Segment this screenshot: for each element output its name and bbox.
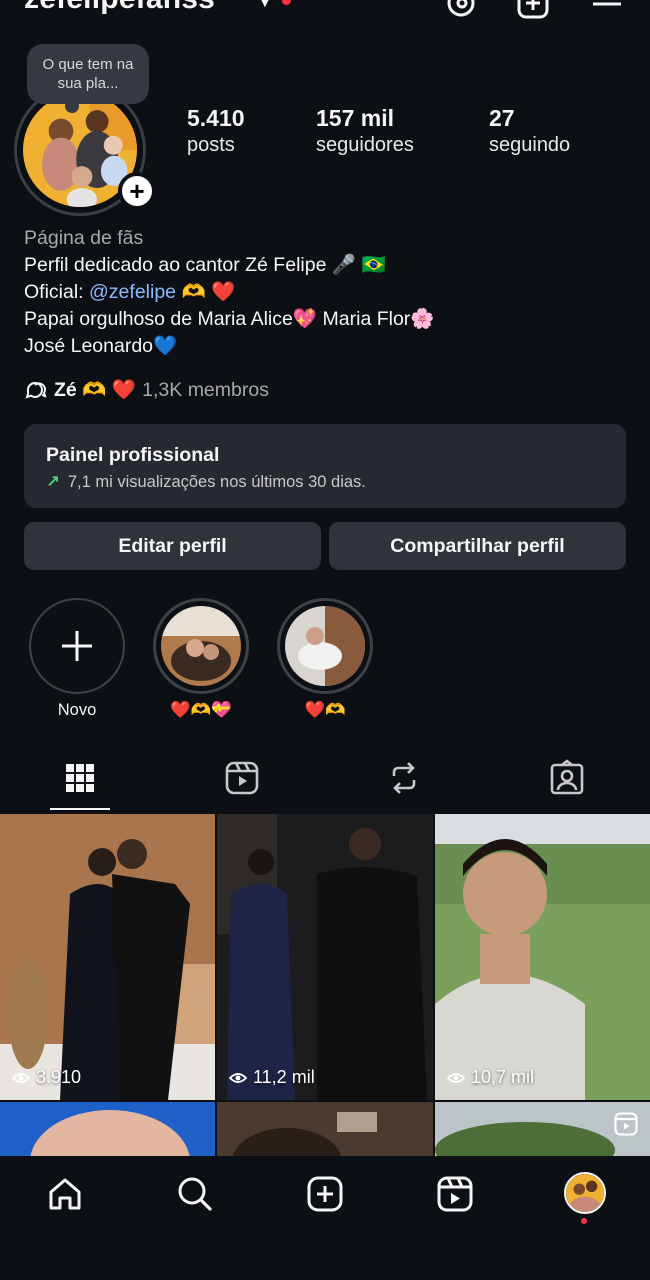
create-icon[interactable] <box>305 1174 345 1214</box>
highlight-item[interactable]: ❤️🫶💝 <box>152 598 250 720</box>
new-post-icon[interactable] <box>516 0 550 20</box>
eye-icon <box>229 1072 247 1083</box>
eye-icon <box>12 1072 30 1083</box>
followers-count: 157 mil <box>316 105 394 131</box>
trend-up-icon: ↗ <box>46 473 60 491</box>
professional-dashboard[interactable]: Painel profissional ↗ 7,1 mi visualizaçõ… <box>24 424 626 508</box>
community-members: 1,3K membros <box>142 378 269 401</box>
bio-line: Perfil dedicado ao cantor Zé Felipe 🎤 🇧🇷 <box>24 254 386 276</box>
post-views: 10,7 mil <box>447 1067 534 1088</box>
dashboard-subtitle: 7,1 mi visualizações nos últimos 30 dias… <box>67 473 366 491</box>
post-thumbnail[interactable]: 10,7 mil <box>435 814 650 1100</box>
add-highlight-button[interactable] <box>29 598 125 694</box>
following-label: seguindo <box>489 134 571 156</box>
post-views-count: 11,2 mil <box>253 1067 315 1087</box>
followers-label: seguidores <box>316 134 414 156</box>
add-story-icon[interactable]: + <box>118 172 156 210</box>
posts-grid: 3.910 11,2 mil 10,7 mil <box>0 814 650 1156</box>
post-views-count: 10,7 mil <box>471 1067 535 1087</box>
post-thumbnail[interactable] <box>435 1102 650 1156</box>
bio-official-suffix: 🫶 ❤️ <box>176 281 236 303</box>
highlight-ring <box>153 598 249 694</box>
post-views-count: 3.910 <box>36 1067 82 1087</box>
profile-tabs <box>0 752 650 812</box>
highlight-item[interactable]: ❤️🫶 <box>276 598 374 720</box>
following-stat[interactable]: 27 seguindo <box>489 104 570 158</box>
notification-dot <box>282 0 291 5</box>
highlight-new[interactable]: Novo <box>28 598 126 720</box>
reels-icon[interactable] <box>435 1174 475 1214</box>
chevron-down-icon[interactable]: ▼ <box>258 0 272 10</box>
post-thumbnail[interactable] <box>0 1102 215 1156</box>
grid-icon[interactable] <box>60 758 100 798</box>
highlight-ring <box>277 598 373 694</box>
username-title[interactable]: zefelipefanss <box>24 0 215 16</box>
dashboard-subtitle-row: ↗ 7,1 mi visualizações nos últimos 30 di… <box>46 470 604 494</box>
bottom-navigation <box>0 1156 650 1280</box>
profile-category: Página de fãs <box>24 227 144 249</box>
plus-icon <box>62 631 92 661</box>
community-link[interactable]: Zé 🫶 ❤️ 1,3K membros <box>24 378 269 402</box>
share-profile-button[interactable]: Compartilhar perfil <box>329 522 626 570</box>
edit-profile-button[interactable]: Editar perfil <box>24 522 321 570</box>
bio-line: José Leonardo💙 <box>24 335 178 357</box>
posts-label: posts <box>187 134 235 156</box>
profile-bio: Página de fãs Perfil dedicado ao cantor … <box>24 225 624 360</box>
reel-badge-icon <box>614 1112 638 1136</box>
post-thumbnail[interactable] <box>217 1102 433 1156</box>
following-count: 27 <box>489 105 515 131</box>
post-thumbnail[interactable]: 11,2 mil <box>217 814 433 1100</box>
bio-line: Papai orgulhoso de Maria Alice💖 Maria Fl… <box>24 308 435 330</box>
dashboard-title: Painel profissional <box>46 444 220 466</box>
community-name: Zé 🫶 ❤️ <box>54 379 137 401</box>
notification-dot <box>581 1218 587 1224</box>
followers-stat[interactable]: 157 mil seguidores <box>316 104 414 158</box>
bio-line-official: Oficial: @zefelipe 🫶 ❤️ <box>24 279 624 306</box>
bio-official-prefix: Oficial: <box>24 281 90 303</box>
bio-mention-link[interactable]: @zefelipe <box>89 281 176 303</box>
note-bubble[interactable]: O que tem na sua pla... <box>27 44 149 113</box>
active-tab-indicator <box>50 808 110 810</box>
post-thumbnail[interactable]: 3.910 <box>0 814 215 1100</box>
highlight-label: Novo <box>57 701 97 719</box>
post-views: 11,2 mil <box>229 1067 315 1088</box>
profile-avatar-nav[interactable] <box>564 1172 606 1214</box>
threads-icon[interactable] <box>444 0 478 20</box>
reposts-icon[interactable] <box>384 758 424 798</box>
posts-stat[interactable]: 5.410 posts <box>187 104 245 158</box>
highlight-cover <box>161 606 241 686</box>
post-views: 3.910 <box>12 1067 81 1088</box>
tagged-icon[interactable] <box>547 758 587 798</box>
menu-icon[interactable] <box>590 0 624 20</box>
posts-count: 5.410 <box>187 105 245 131</box>
search-icon[interactable] <box>175 1174 215 1214</box>
highlight-label: ❤️🫶 <box>304 701 346 719</box>
top-bar: zefelipefanss ▼ <box>0 0 650 22</box>
community-chat-icon <box>25 381 47 399</box>
home-icon[interactable] <box>45 1174 85 1214</box>
highlight-label: ❤️🫶💝 <box>170 701 232 719</box>
highlight-cover <box>285 606 365 686</box>
reels-tab-icon[interactable] <box>222 758 262 798</box>
eye-icon <box>447 1072 465 1083</box>
